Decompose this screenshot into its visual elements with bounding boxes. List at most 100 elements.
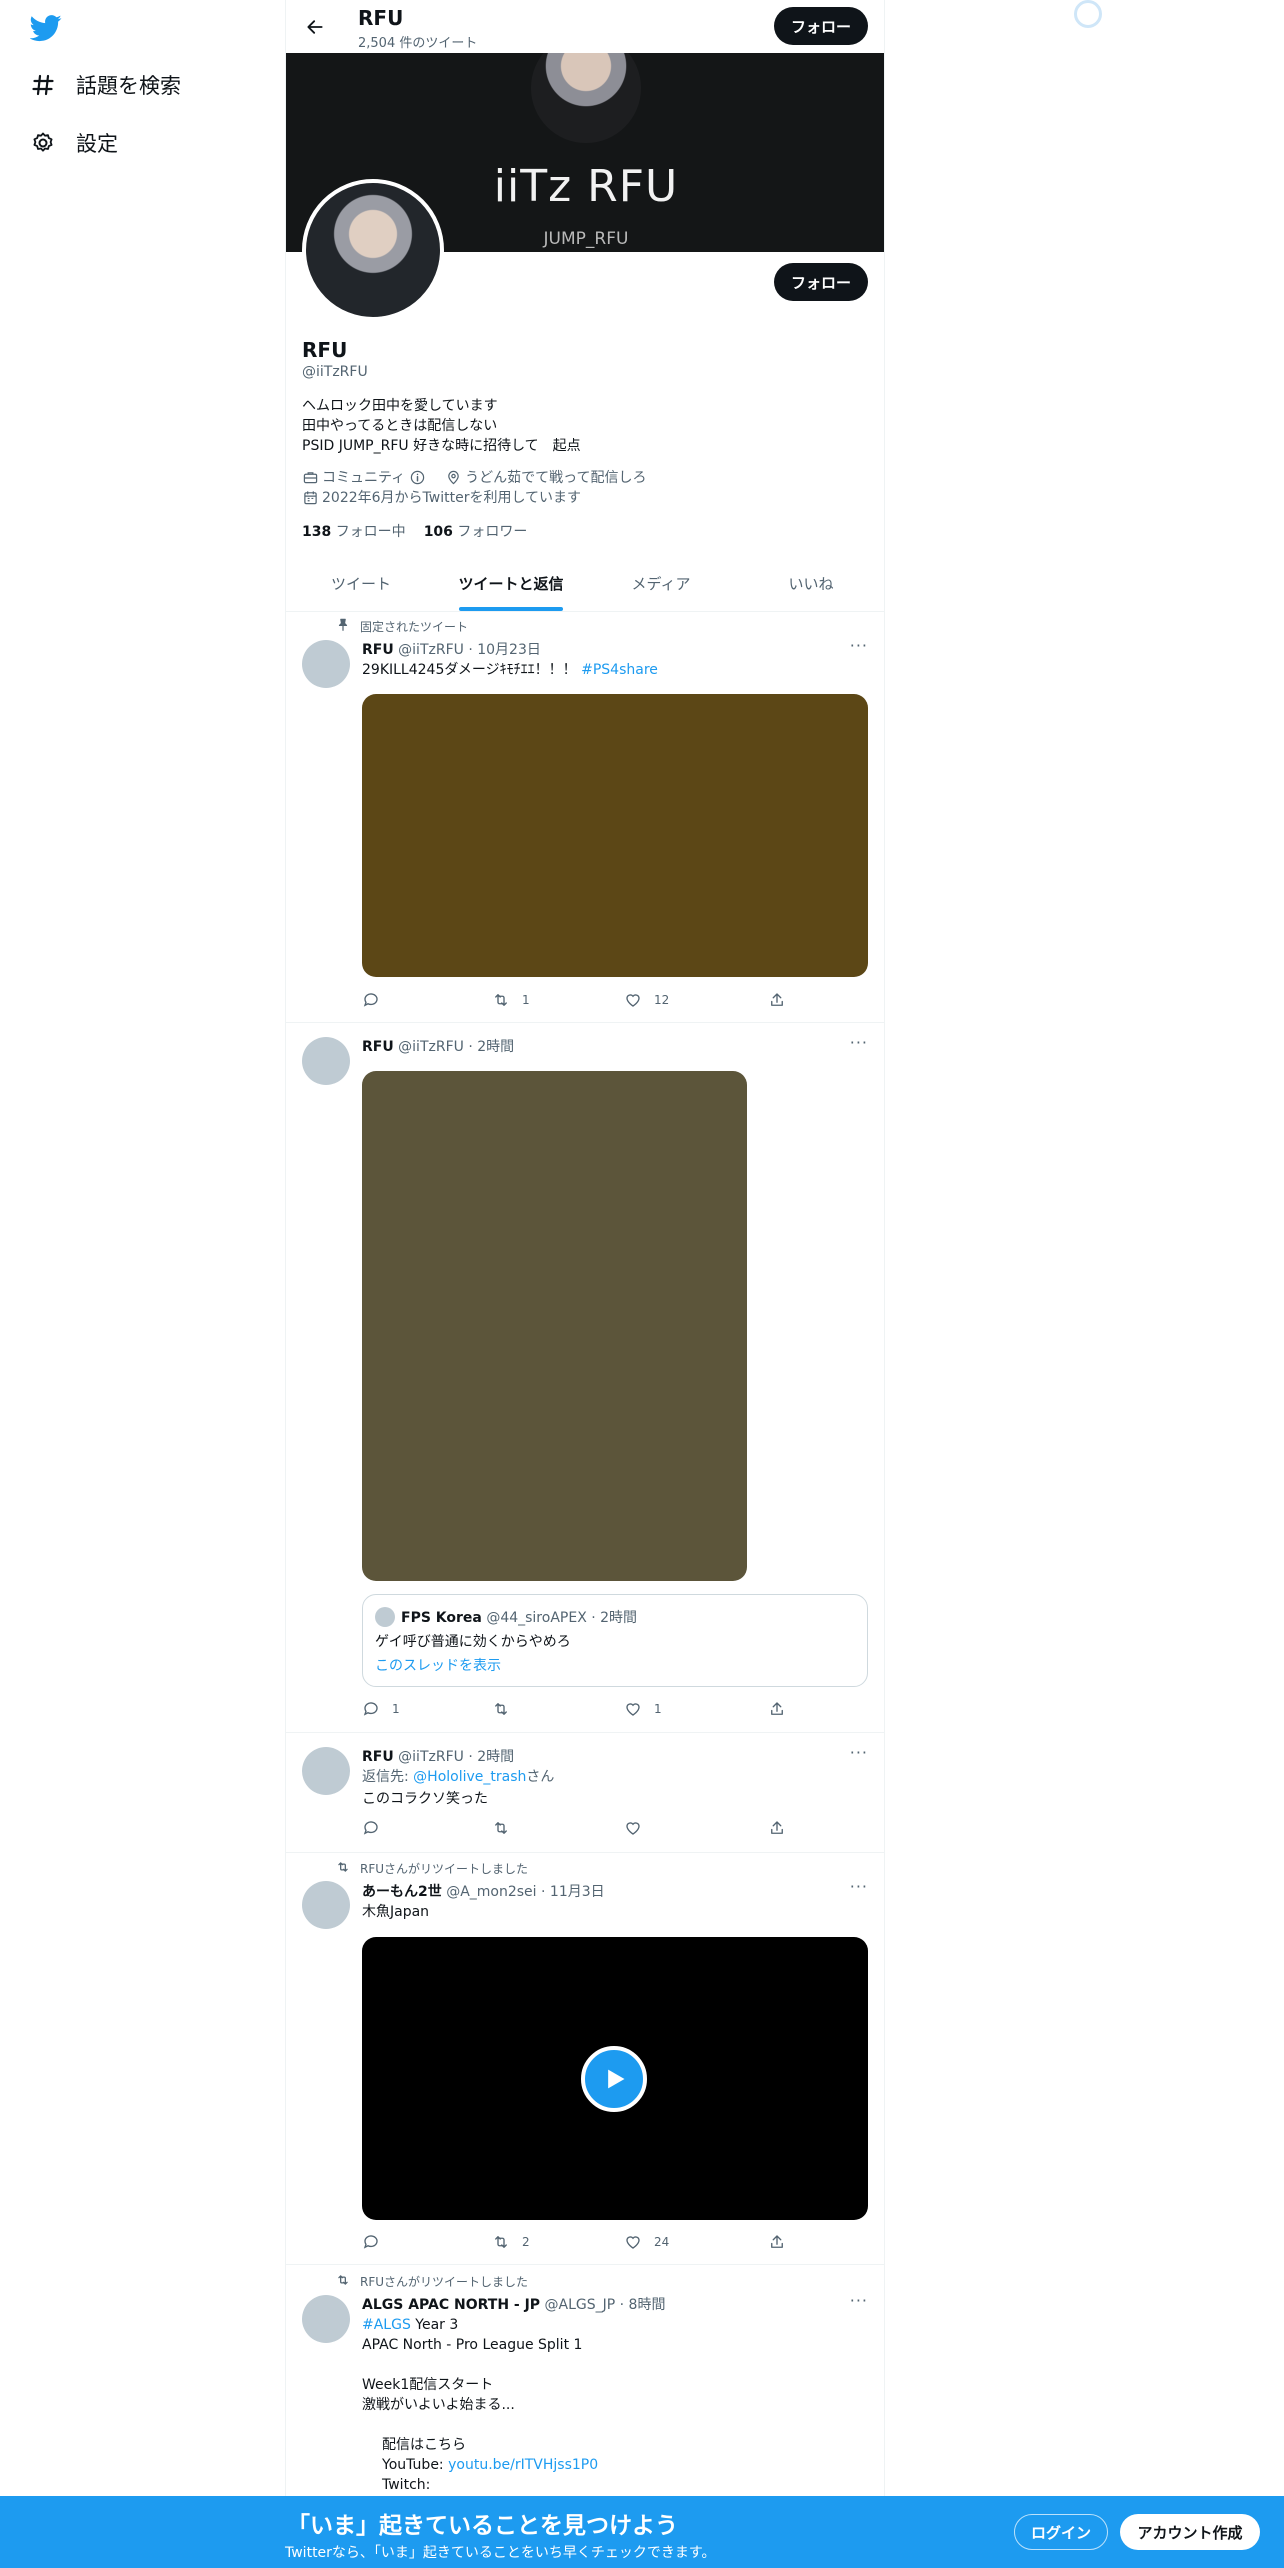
reply-count: 1 xyxy=(392,1702,400,1716)
signup-prompt-title: 「いま」起きていることを見つけよう xyxy=(287,2513,678,2539)
reply-prefix: 返信先: xyxy=(362,1769,414,1785)
youtube-link[interactable]: youtu.be/rITVHjss1P0 xyxy=(448,2457,598,2473)
avatar[interactable] xyxy=(302,1747,350,1795)
hashtag-link[interactable]: #PS4share xyxy=(581,662,658,678)
like-count: 24 xyxy=(654,2235,670,2249)
hashtag-link[interactable]: #ALGS xyxy=(362,2317,411,2333)
reply-to-link[interactable]: @Hololive_trash xyxy=(413,1769,526,1785)
share-icon xyxy=(771,993,783,1006)
play-icon[interactable] xyxy=(581,2046,647,2112)
author-meta[interactable]: @iiTzRFU · 2時間 xyxy=(398,1749,514,1765)
tweet[interactable]: RFU @iiTzRFU · 2時間 ··· FPS Korea @44_sir… xyxy=(286,1023,884,1733)
signup-prompt-subtitle: Twitterなら、「いま」起きていることをいち早くチェックできます。 xyxy=(285,2545,716,2561)
author-name[interactable]: RFU xyxy=(362,642,394,658)
like-button[interactable] xyxy=(624,1819,642,1837)
reply-button[interactable] xyxy=(362,2233,392,2251)
more-options-icon[interactable]: ··· xyxy=(850,1743,868,1762)
sidebar-item-label: 話題を検索 xyxy=(76,74,181,98)
youtube-label: YouTube: xyxy=(382,2457,449,2473)
show-thread-link[interactable]: このスレッドを表示 xyxy=(375,1655,501,1675)
tweet-title: Year 3 xyxy=(410,2317,459,2333)
tweet-image[interactable] xyxy=(362,694,868,977)
quoted-tweet[interactable]: FPS Korea @44_siroAPEX · 2時間 ゲイ呼び普通に効くから… xyxy=(362,1594,868,1687)
tweet-retweeted[interactable]: RFUさんがリツイートしました あーもん2世 @A_mon2sei · 11月3… xyxy=(286,1853,884,2265)
author-meta[interactable]: @iiTzRFU · 10月23日 xyxy=(398,642,541,658)
retweet-icon xyxy=(495,2236,507,2248)
retweet-button[interactable] xyxy=(492,1700,522,1718)
like-button[interactable]: 24 xyxy=(624,2233,669,2251)
profile-avatar[interactable] xyxy=(302,179,444,321)
reply-button[interactable] xyxy=(362,1819,380,1837)
more-options-icon[interactable]: ··· xyxy=(850,636,868,655)
context-label: RFUさんがリツイートしました xyxy=(360,1862,529,1876)
follow-button[interactable]: フォロー xyxy=(774,263,868,301)
header-follow-button[interactable]: フォロー xyxy=(774,7,868,45)
more-options-icon[interactable]: ··· xyxy=(850,1877,868,1896)
tweet-reply[interactable]: RFU @iiTzRFU · 2時間 ··· 返信先: @Hololive_tr… xyxy=(286,1733,884,1853)
author-meta[interactable]: @iiTzRFU · 2時間 xyxy=(398,1039,514,1055)
tweet-image[interactable] xyxy=(362,1071,747,1581)
banner-portrait xyxy=(531,53,641,143)
more-options-icon[interactable]: ··· xyxy=(850,1033,868,1052)
tab-media[interactable]: メディア xyxy=(586,556,736,611)
tweet-pinned[interactable]: 固定されたツイート RFU @iiTzRFU · 10月23日 ··· 29KI… xyxy=(286,612,884,1023)
following-count: 138 xyxy=(302,524,332,540)
like-count: 12 xyxy=(654,993,670,1007)
tweet-text: 木魚Japan xyxy=(362,1904,430,1920)
avatar[interactable] xyxy=(302,1881,350,1929)
author-meta[interactable]: @A_mon2sei · 11月3日 xyxy=(446,1884,604,1900)
quote-author-name: FPS Korea xyxy=(401,1610,482,1626)
pin-icon xyxy=(336,618,350,635)
follow-stats: 138 フォロー中 106 フォロワー xyxy=(302,521,527,541)
tab-likes[interactable]: いいね xyxy=(736,556,884,611)
author-name[interactable]: ALGS APAC NORTH - JP xyxy=(362,2297,540,2313)
create-account-button[interactable]: アカウント作成 xyxy=(1120,2514,1260,2550)
tweet-body: APAC North - Pro League Split 1 Week1配信ス… xyxy=(362,2337,583,2413)
author-name[interactable]: あーもん2世 xyxy=(362,1884,442,1900)
reply-icon xyxy=(363,2235,378,2249)
like-button[interactable]: 1 xyxy=(624,1700,662,1718)
tab-tweets[interactable]: ツイート xyxy=(286,556,436,611)
reply-icon xyxy=(363,1702,378,1716)
quote-avatar xyxy=(375,1607,395,1627)
share-button[interactable] xyxy=(768,2233,786,2251)
like-button[interactable]: 12 xyxy=(624,991,669,1009)
tweet-header: RFU @iiTzRFU · 2時間 xyxy=(362,1036,514,1056)
tweet-header: あーもん2世 @A_mon2sei · 11月3日 xyxy=(362,1881,605,1901)
info-icon[interactable] xyxy=(409,469,425,485)
sidebar-item-explore[interactable]: 話題を検索 xyxy=(30,70,181,100)
share-button[interactable] xyxy=(768,991,786,1009)
twitch-label: Twitch: xyxy=(382,2477,431,2493)
avatar[interactable] xyxy=(302,2295,350,2343)
tweet-actions xyxy=(362,1819,783,1839)
avatar[interactable] xyxy=(302,1037,350,1085)
author-meta[interactable]: @ALGS_JP · 8時間 xyxy=(545,2297,666,2313)
more-options-icon[interactable]: ··· xyxy=(850,2291,868,2310)
author-name[interactable]: RFU xyxy=(362,1039,394,1055)
following-link[interactable]: 138 フォロー中 xyxy=(302,521,406,541)
reply-button[interactable]: 1 xyxy=(362,1700,400,1718)
reply-button[interactable] xyxy=(362,991,392,1009)
context-label: RFUさんがリツイートしました xyxy=(360,2275,529,2289)
like-count: 1 xyxy=(654,1702,662,1716)
retweet-button[interactable] xyxy=(492,1819,510,1837)
tweet-video[interactable] xyxy=(362,1937,868,2220)
twitter-logo-icon[interactable] xyxy=(29,12,66,48)
login-button[interactable]: ログイン xyxy=(1014,2514,1108,2550)
tab-tweets-and-replies[interactable]: ツイートと返信 xyxy=(436,556,586,611)
sidebar-item-settings[interactable]: 設定 xyxy=(30,128,118,158)
avatar[interactable] xyxy=(302,640,350,688)
followers-count: 106 xyxy=(423,524,453,540)
author-name[interactable]: RFU xyxy=(362,1749,394,1765)
briefcase-icon xyxy=(302,469,318,485)
retweet-button[interactable]: 2 xyxy=(492,2233,530,2251)
back-arrow-icon[interactable] xyxy=(298,10,332,44)
profile-name: RFU xyxy=(302,338,348,362)
following-label: フォロー中 xyxy=(335,524,406,540)
hashtag-icon xyxy=(30,72,56,98)
quote-text: ゲイ呼び普通に効くからやめろ xyxy=(375,1634,571,1650)
retweet-button[interactable]: 1 xyxy=(492,991,530,1009)
share-button[interactable] xyxy=(768,1700,786,1718)
followers-link[interactable]: 106 フォロワー xyxy=(424,521,528,541)
share-button[interactable] xyxy=(768,1819,786,1837)
